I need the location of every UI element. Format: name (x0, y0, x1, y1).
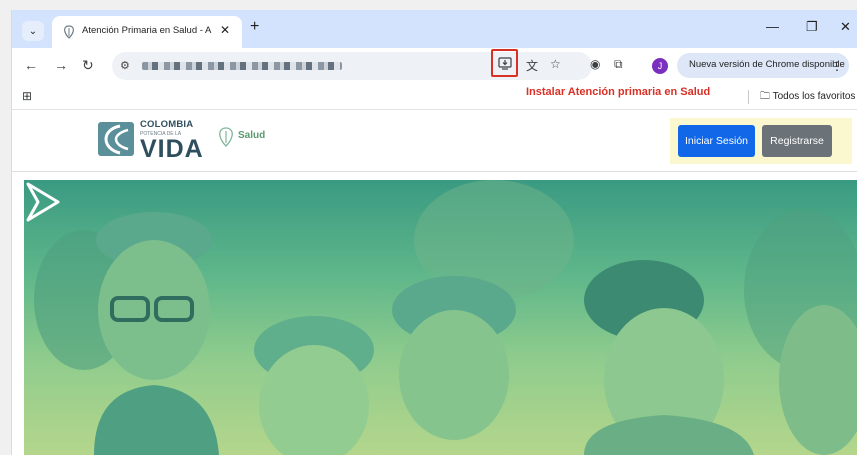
install-app-button[interactable] (491, 49, 518, 77)
register-button[interactable]: Registrarse (762, 125, 832, 157)
browser-window: ⌄ Atención Primaria en Salud - A ✕ + — ❐… (11, 10, 857, 455)
bookmarks-divider (748, 90, 749, 104)
translate-icon[interactable]: 文 (526, 57, 538, 74)
logo-colombia: COLOMBIA (140, 119, 194, 130)
profile-avatar[interactable]: J (652, 58, 668, 74)
restore-button[interactable]: ❐ (806, 19, 818, 35)
play-arrow-icon[interactable] (24, 180, 62, 224)
chevron-down-icon: ⌄ (28, 25, 38, 37)
all-bookmarks-label: Todos los favoritos (772, 91, 856, 102)
minimize-button[interactable]: — (766, 19, 779, 34)
forward-icon[interactable]: → (54, 57, 68, 73)
colombia-logo-text: COLOMBIA POTENCIA DE LA VIDA (140, 119, 204, 163)
hero-banner-image (24, 180, 857, 455)
back-icon[interactable]: ← (24, 57, 38, 73)
tab-active[interactable]: Atención Primaria en Salud - A ✕ (52, 16, 242, 48)
logo-salud: Salud (238, 130, 266, 141)
reload-icon[interactable]: ↻ (82, 57, 94, 74)
close-button[interactable]: ✕ (840, 19, 851, 35)
apps-grid-icon[interactable]: ⊞ (22, 89, 32, 103)
salud-emblem-icon (219, 127, 233, 147)
folder-icon: 🗀 (760, 91, 770, 102)
logo-vida: VIDA (140, 135, 204, 163)
url-blurred (142, 62, 342, 70)
site-info-icon[interactable]: ⚙ (120, 59, 130, 72)
extensions-icon[interactable]: ⧉ (614, 57, 623, 72)
install-app-icon (497, 57, 512, 70)
page-content: COLOMBIA POTENCIA DE LA VIDA Salud Inici… (12, 110, 857, 455)
login-button[interactable]: Iniciar Sesión (678, 125, 755, 157)
hero-people-illustration (34, 180, 857, 455)
tab-search-button[interactable]: ⌄ (22, 21, 44, 41)
install-annotation-label: Instalar Atención primaria en Salud (526, 86, 711, 98)
extension-circle-icon[interactable]: ◉ (590, 57, 600, 71)
star-icon[interactable]: ☆ (550, 57, 561, 71)
auth-panel: Iniciar Sesión Registrarse (670, 118, 852, 164)
bookmarks-bar: ⊞ Instalar Atención primaria en Salud 🗀 … (12, 84, 857, 110)
site-header: COLOMBIA POTENCIA DE LA VIDA Salud Inici… (12, 110, 857, 172)
address-bar[interactable]: ⚙ (112, 52, 592, 80)
colombia-logo-icon (98, 122, 134, 156)
chrome-update-chip[interactable]: Nueva versión de Chrome disponible ⋮ (677, 53, 849, 78)
tab-strip: ⌄ Atención Primaria en Salud - A ✕ + — ❐… (12, 10, 857, 48)
tab-close-icon[interactable]: ✕ (220, 23, 230, 37)
favicon-icon (64, 25, 74, 39)
menu-dots-icon[interactable]: ⋮ (831, 59, 843, 73)
tab-title: Atención Primaria en Salud - A (82, 25, 212, 36)
new-tab-button[interactable]: + (250, 18, 259, 36)
update-chip-label: Nueva versión de Chrome disponible (689, 59, 845, 70)
toolbar: ← → ↻ ⚙ 文 ☆ ◉ ⧉ J Nueva versión de Chrom… (12, 48, 857, 84)
all-bookmarks-folder[interactable]: 🗀 Todos los favoritos (760, 89, 855, 106)
screen: ⌄ Atención Primaria en Salud - A ✕ + — ❐… (0, 0, 857, 455)
